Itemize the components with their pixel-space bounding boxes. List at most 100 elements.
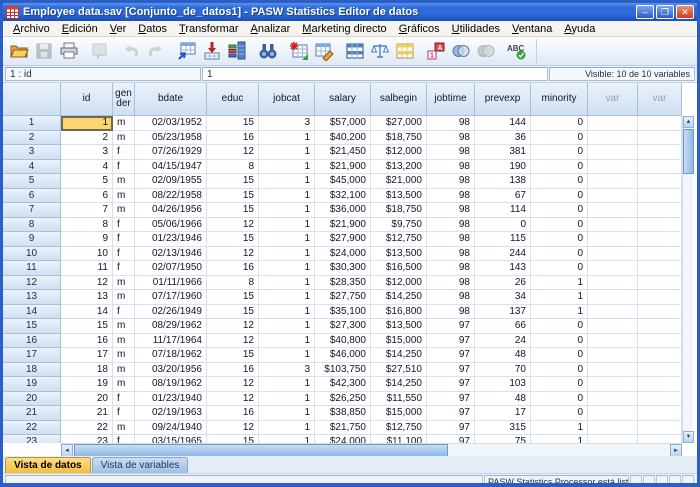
data-cell[interactable]: 67 xyxy=(475,189,531,204)
print-button[interactable] xyxy=(57,39,81,63)
empty-var-cell[interactable] xyxy=(638,261,682,276)
data-cell[interactable]: m xyxy=(113,363,135,378)
data-cell[interactable]: 15 xyxy=(207,116,259,131)
row-header[interactable]: 21 xyxy=(3,406,61,421)
data-cell[interactable]: 12 xyxy=(207,145,259,160)
data-cell[interactable]: 15 xyxy=(61,319,113,334)
data-cell[interactable]: 12 xyxy=(207,377,259,392)
data-cell[interactable]: m xyxy=(113,116,135,131)
data-cell[interactable]: 1 xyxy=(259,290,315,305)
data-cell[interactable]: 98 xyxy=(427,131,475,146)
data-cell[interactable]: 0 xyxy=(531,247,588,262)
data-cell[interactable]: 15 xyxy=(207,232,259,247)
data-cell[interactable]: 02/13/1946 xyxy=(135,247,207,262)
column-header-prevexp[interactable]: prevexp xyxy=(475,83,531,116)
data-cell[interactable]: $45,000 xyxy=(315,174,371,189)
data-cell[interactable]: 02/07/1950 xyxy=(135,261,207,276)
data-cell[interactable]: 9 xyxy=(61,232,113,247)
row-header[interactable]: 13 xyxy=(3,290,61,305)
data-cell[interactable]: 15 xyxy=(207,435,259,443)
data-cell[interactable]: $16,500 xyxy=(371,261,427,276)
data-cell[interactable]: 20 xyxy=(61,392,113,407)
row-header[interactable]: 18 xyxy=(3,363,61,378)
selected-cell[interactable]: 1 xyxy=(61,116,113,131)
row-header[interactable]: 19 xyxy=(3,377,61,392)
data-cell[interactable]: 07/17/1960 xyxy=(135,290,207,305)
data-cell[interactable]: 98 xyxy=(427,145,475,160)
corner-header[interactable] xyxy=(3,83,61,116)
data-cell[interactable]: $46,000 xyxy=(315,348,371,363)
show-all-variables-button[interactable] xyxy=(474,39,498,63)
data-cell[interactable]: 24 xyxy=(475,334,531,349)
data-cell[interactable]: 98 xyxy=(427,276,475,291)
data-cell[interactable]: 7 xyxy=(61,203,113,218)
data-cell[interactable]: $15,000 xyxy=(371,406,427,421)
scroll-down-button[interactable]: ▼ xyxy=(683,431,694,443)
empty-var-cell[interactable] xyxy=(638,348,682,363)
vertical-scrollbar[interactable]: ▲ ▼ xyxy=(682,116,693,443)
data-cell[interactable]: 12 xyxy=(207,334,259,349)
data-cell[interactable]: 0 xyxy=(531,406,588,421)
empty-var-cell[interactable] xyxy=(588,435,638,443)
data-cell[interactable]: m xyxy=(113,377,135,392)
data-cell[interactable]: 0 xyxy=(531,131,588,146)
data-cell[interactable]: 98 xyxy=(427,203,475,218)
data-cell[interactable]: 1 xyxy=(259,261,315,276)
data-cell[interactable]: 09/24/1940 xyxy=(135,421,207,436)
data-cell[interactable]: 381 xyxy=(475,145,531,160)
data-cell[interactable]: f xyxy=(113,160,135,175)
data-cell[interactable]: f xyxy=(113,261,135,276)
data-cell[interactable]: 17 xyxy=(61,348,113,363)
data-cell[interactable]: 1 xyxy=(259,319,315,334)
empty-var-cell[interactable] xyxy=(588,406,638,421)
data-cell[interactable]: 98 xyxy=(427,290,475,305)
data-cell[interactable]: 16 xyxy=(207,261,259,276)
column-header-gender[interactable]: gender xyxy=(113,83,135,116)
data-cell[interactable]: $11,100 xyxy=(371,435,427,443)
data-cell[interactable]: 02/26/1949 xyxy=(135,305,207,320)
empty-var-cell[interactable] xyxy=(638,377,682,392)
data-cell[interactable]: 07/26/1929 xyxy=(135,145,207,160)
data-cell[interactable]: $14,250 xyxy=(371,377,427,392)
row-header[interactable]: 20 xyxy=(3,392,61,407)
data-cell[interactable]: 1 xyxy=(259,131,315,146)
empty-var-cell[interactable] xyxy=(588,290,638,305)
data-cell[interactable]: $14,250 xyxy=(371,348,427,363)
data-cell[interactable]: $27,000 xyxy=(371,116,427,131)
goto-variable-button[interactable] xyxy=(200,39,224,63)
menu-utilidades[interactable]: Utilidades xyxy=(446,22,506,36)
data-cell[interactable]: 0 xyxy=(531,363,588,378)
data-cell[interactable]: 4 xyxy=(61,160,113,175)
data-cell[interactable]: $21,900 xyxy=(315,218,371,233)
data-cell[interactable]: 97 xyxy=(427,348,475,363)
row-header[interactable]: 12 xyxy=(3,276,61,291)
data-cell[interactable]: 6 xyxy=(61,189,113,204)
row-header[interactable]: 16 xyxy=(3,334,61,349)
data-cell[interactable]: 16 xyxy=(207,406,259,421)
data-cell[interactable]: 10 xyxy=(61,247,113,262)
data-cell[interactable]: 0 xyxy=(531,160,588,175)
data-cell[interactable]: $28,350 xyxy=(315,276,371,291)
empty-var-cell[interactable] xyxy=(638,232,682,247)
data-cell[interactable]: 15 xyxy=(207,348,259,363)
data-cell[interactable]: 1 xyxy=(259,305,315,320)
data-cell[interactable]: 15 xyxy=(207,305,259,320)
data-cell[interactable]: 15 xyxy=(207,203,259,218)
data-cell[interactable]: 138 xyxy=(475,174,531,189)
scroll-right-button[interactable]: ► xyxy=(670,444,682,456)
data-cell[interactable]: 1 xyxy=(259,247,315,262)
data-cell[interactable]: $21,450 xyxy=(315,145,371,160)
open-data-document-button[interactable] xyxy=(7,39,31,63)
data-cell[interactable]: 48 xyxy=(475,392,531,407)
data-cell[interactable]: 02/03/1952 xyxy=(135,116,207,131)
data-cell[interactable]: 12 xyxy=(207,392,259,407)
empty-var-cell[interactable] xyxy=(588,261,638,276)
data-cell[interactable]: f xyxy=(113,305,135,320)
column-header-jobtime[interactable]: jobtime xyxy=(427,83,475,116)
data-cell[interactable]: 1 xyxy=(259,232,315,247)
column-header-salary[interactable]: salary xyxy=(315,83,371,116)
data-cell[interactable]: 190 xyxy=(475,160,531,175)
data-cell[interactable]: 08/29/1962 xyxy=(135,319,207,334)
menu-archivo[interactable]: Archivo xyxy=(7,22,56,36)
data-cell[interactable]: 1 xyxy=(259,377,315,392)
